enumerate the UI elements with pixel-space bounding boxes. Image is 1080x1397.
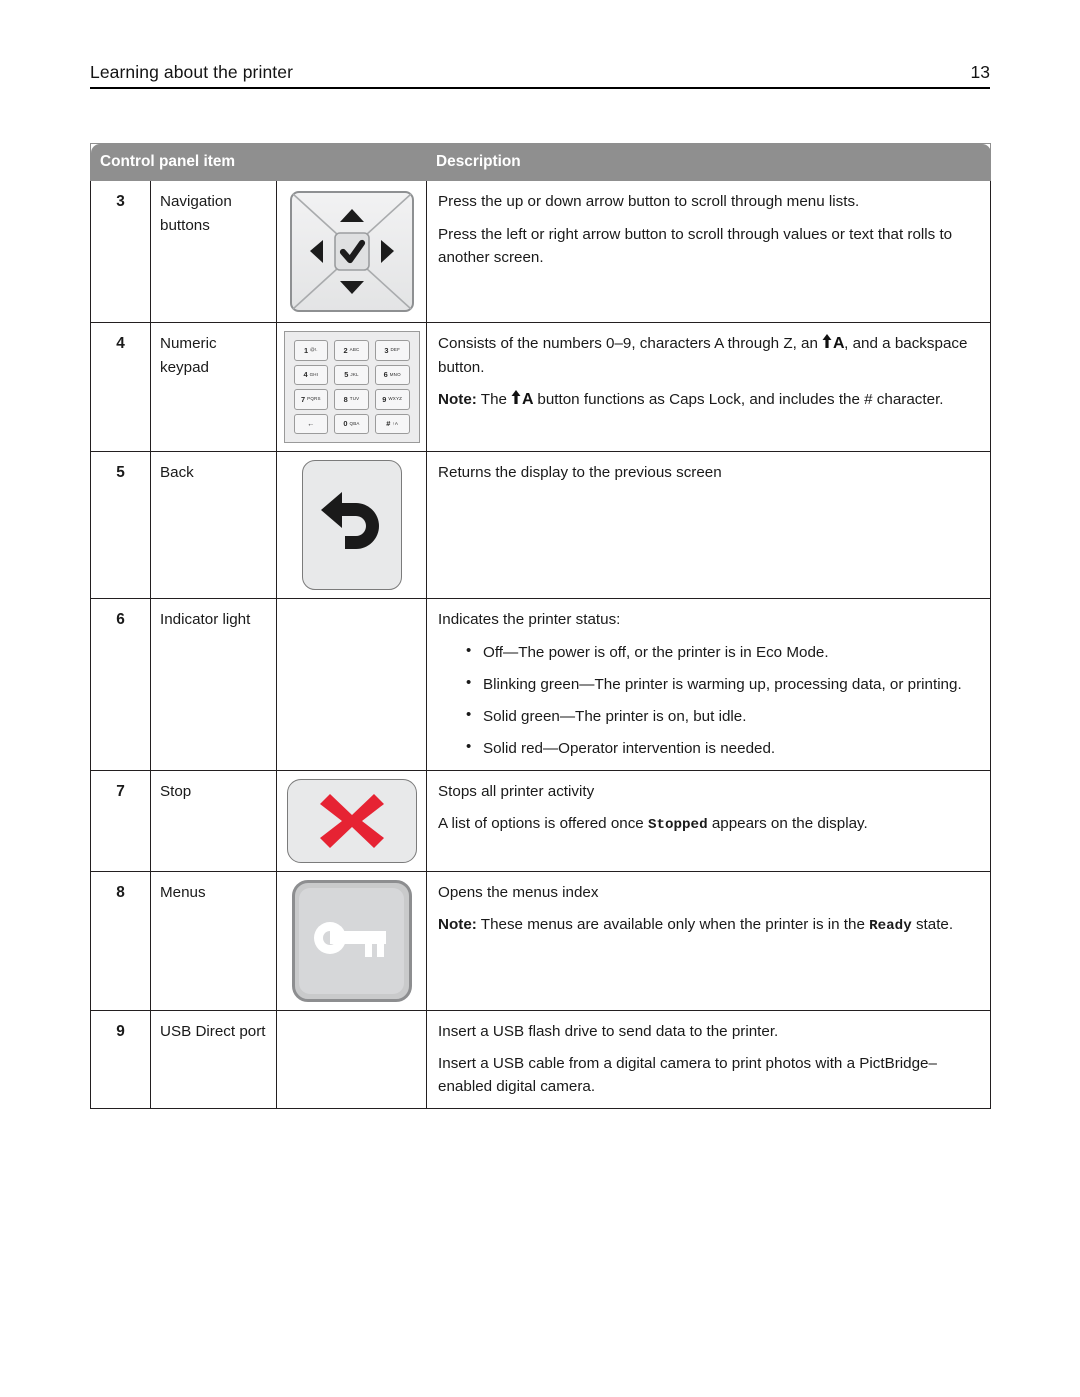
row-icon-cell	[275, 180, 428, 324]
row-number: 7	[90, 769, 151, 872]
row-number: 6	[90, 598, 151, 771]
back-button-graphic	[301, 460, 402, 591]
stop-button-graphic	[286, 778, 417, 863]
navigation-pad-icon	[288, 189, 416, 314]
control-panel-table: Control panel item Description 3 Navigat…	[89, 142, 992, 1110]
back-arrow-icon	[320, 492, 379, 550]
row-description-cell: Indicates the printer status: Off—The po…	[426, 598, 992, 771]
keypad-key: 5 JKL	[334, 364, 369, 386]
description-note: Note: These menus are available only whe…	[438, 915, 954, 934]
menus-button-graphic	[291, 879, 412, 1002]
table-row: 6 Indicator light Indicates the printer …	[90, 598, 992, 771]
description-paragraph: Stops all printer activity	[438, 782, 595, 800]
svg-text:A: A	[833, 335, 844, 350]
table-row: 3 Navigation buttons Press the up or dow…	[90, 180, 992, 324]
svg-text:A: A	[522, 391, 533, 406]
row-description-cell: Insert a USB flash drive to send data to…	[426, 1009, 992, 1110]
indicator-status-list: Off—The power is off, or the printer is …	[438, 639, 978, 760]
description-paragraph: Returns the display to the previous scre…	[438, 464, 722, 482]
table-row: 8 Menus Opens the menus index Note: Thes…	[90, 870, 992, 1011]
keypad-key: 0 QBA	[334, 413, 369, 435]
shift-caps-lock-icon: A	[511, 389, 533, 406]
row-description-cell: Stops all printer activity A list of opt…	[426, 769, 992, 872]
numeric-keypad-icon: 1 @!. 2 ABC 3 DEF 4 GHI 5 JKL 6 MNO 7 PQRS 8 TUV 9 WXYZ ← 0…	[283, 331, 420, 444]
row-number: 3	[90, 180, 151, 324]
keypad-key: 6 MNO	[374, 364, 410, 386]
row-description-cell: Consists of the numbers 0–9, characters …	[426, 322, 992, 453]
row-item-name: Menus	[150, 870, 277, 1011]
description-paragraph-mono: A list of options is offered once Stoppe…	[438, 814, 868, 833]
page-number: 13	[970, 62, 990, 82]
row-number: 8	[90, 870, 151, 1011]
description-paragraph: Opens the menus index	[438, 883, 599, 901]
menus-button-inner	[299, 887, 404, 995]
row-icon-cell	[275, 870, 428, 1011]
row-item-name: Back	[150, 451, 277, 600]
table-row: 5 Back Returns the display to the previo…	[90, 451, 992, 600]
table-header-row: Control panel item Description	[89, 142, 992, 182]
status-text-stopped: Stopped	[647, 816, 708, 833]
row-icon-cell	[275, 598, 428, 771]
keypad-key: 4 GHI	[293, 364, 329, 386]
row-number: 9	[90, 1009, 151, 1110]
shift-caps-lock-icon: A	[822, 333, 844, 350]
key-icon	[313, 921, 386, 957]
list-item: Off—The power is off, or the printer is …	[466, 639, 978, 664]
keypad-key: 8 TUV	[334, 389, 369, 410]
row-item-name: USB Direct port	[150, 1009, 277, 1110]
note-label: Note:	[438, 915, 477, 933]
list-item: Blinking green—The printer is warming up…	[466, 672, 978, 696]
description-paragraph: Insert a USB cable from a digital camera…	[438, 1054, 937, 1096]
keypad-key: 7 PQRS	[293, 389, 329, 410]
row-description-cell: Returns the display to the previous scre…	[426, 451, 992, 600]
keypad-key: 3 DEF	[374, 340, 410, 361]
status-text-ready: Ready	[869, 917, 912, 934]
description-note: Note: The A button functions as Caps Loc…	[438, 389, 944, 408]
keypad-key: # ↑A	[374, 413, 410, 435]
row-icon-cell	[275, 1009, 428, 1110]
description-intro: Indicates the printer status:	[438, 611, 621, 629]
list-item: Solid green—The printer is on, but idle.	[466, 704, 978, 728]
row-description-cell: Press the up or down arrow button to scr…	[426, 180, 992, 324]
keypad-key: 2 ABC	[334, 340, 369, 361]
row-item-name: Indicator light	[150, 598, 277, 771]
row-icon-cell	[275, 769, 428, 872]
description-paragraph: Insert a USB flash drive to send data to…	[438, 1022, 779, 1040]
description-paragraph: Press the left or right arrow button to …	[438, 225, 953, 266]
column-header-control-panel-item: Control panel item	[89, 142, 428, 182]
row-number: 4	[90, 322, 151, 453]
description-paragraph: Consists of the numbers 0–9, characters …	[438, 333, 968, 376]
column-header-description: Description	[426, 142, 992, 182]
keypad-key: 1 @!.	[293, 340, 329, 361]
row-description-cell: Opens the menus index Note: These menus …	[426, 870, 992, 1011]
list-item: Solid red—Operator intervention is neede…	[466, 736, 978, 760]
table-row: 7 Stop Stops all printer activity A list…	[90, 769, 992, 872]
page-title: Learning about the printer	[90, 62, 294, 82]
row-number: 5	[90, 451, 151, 600]
row-item-name: Navigation buttons	[150, 180, 277, 324]
description-paragraph: Press the up or down arrow button to scr…	[438, 193, 860, 211]
row-icon-cell	[275, 451, 428, 600]
row-item-name: Stop	[150, 769, 277, 872]
keypad-key: 9 WXYZ	[374, 389, 410, 410]
table-row: 4 Numeric keypad 1 @!. 2 ABC 3 DEF 4 GHI 5 JKL 6 MN…	[90, 322, 992, 453]
row-item-name: Numeric keypad	[150, 322, 277, 453]
note-label: Note:	[438, 390, 477, 408]
stop-x-icon	[319, 793, 384, 848]
keypad-key: ←	[293, 413, 329, 435]
table-row: 9 USB Direct port Insert a USB flash dri…	[90, 1009, 992, 1110]
row-icon-cell: 1 @!. 2 ABC 3 DEF 4 GHI 5 JKL 6 MNO 7 PQRS 8 TUV 9 WXYZ ← 0…	[275, 322, 428, 453]
page-header: Learning about the printer 13	[90, 62, 990, 89]
